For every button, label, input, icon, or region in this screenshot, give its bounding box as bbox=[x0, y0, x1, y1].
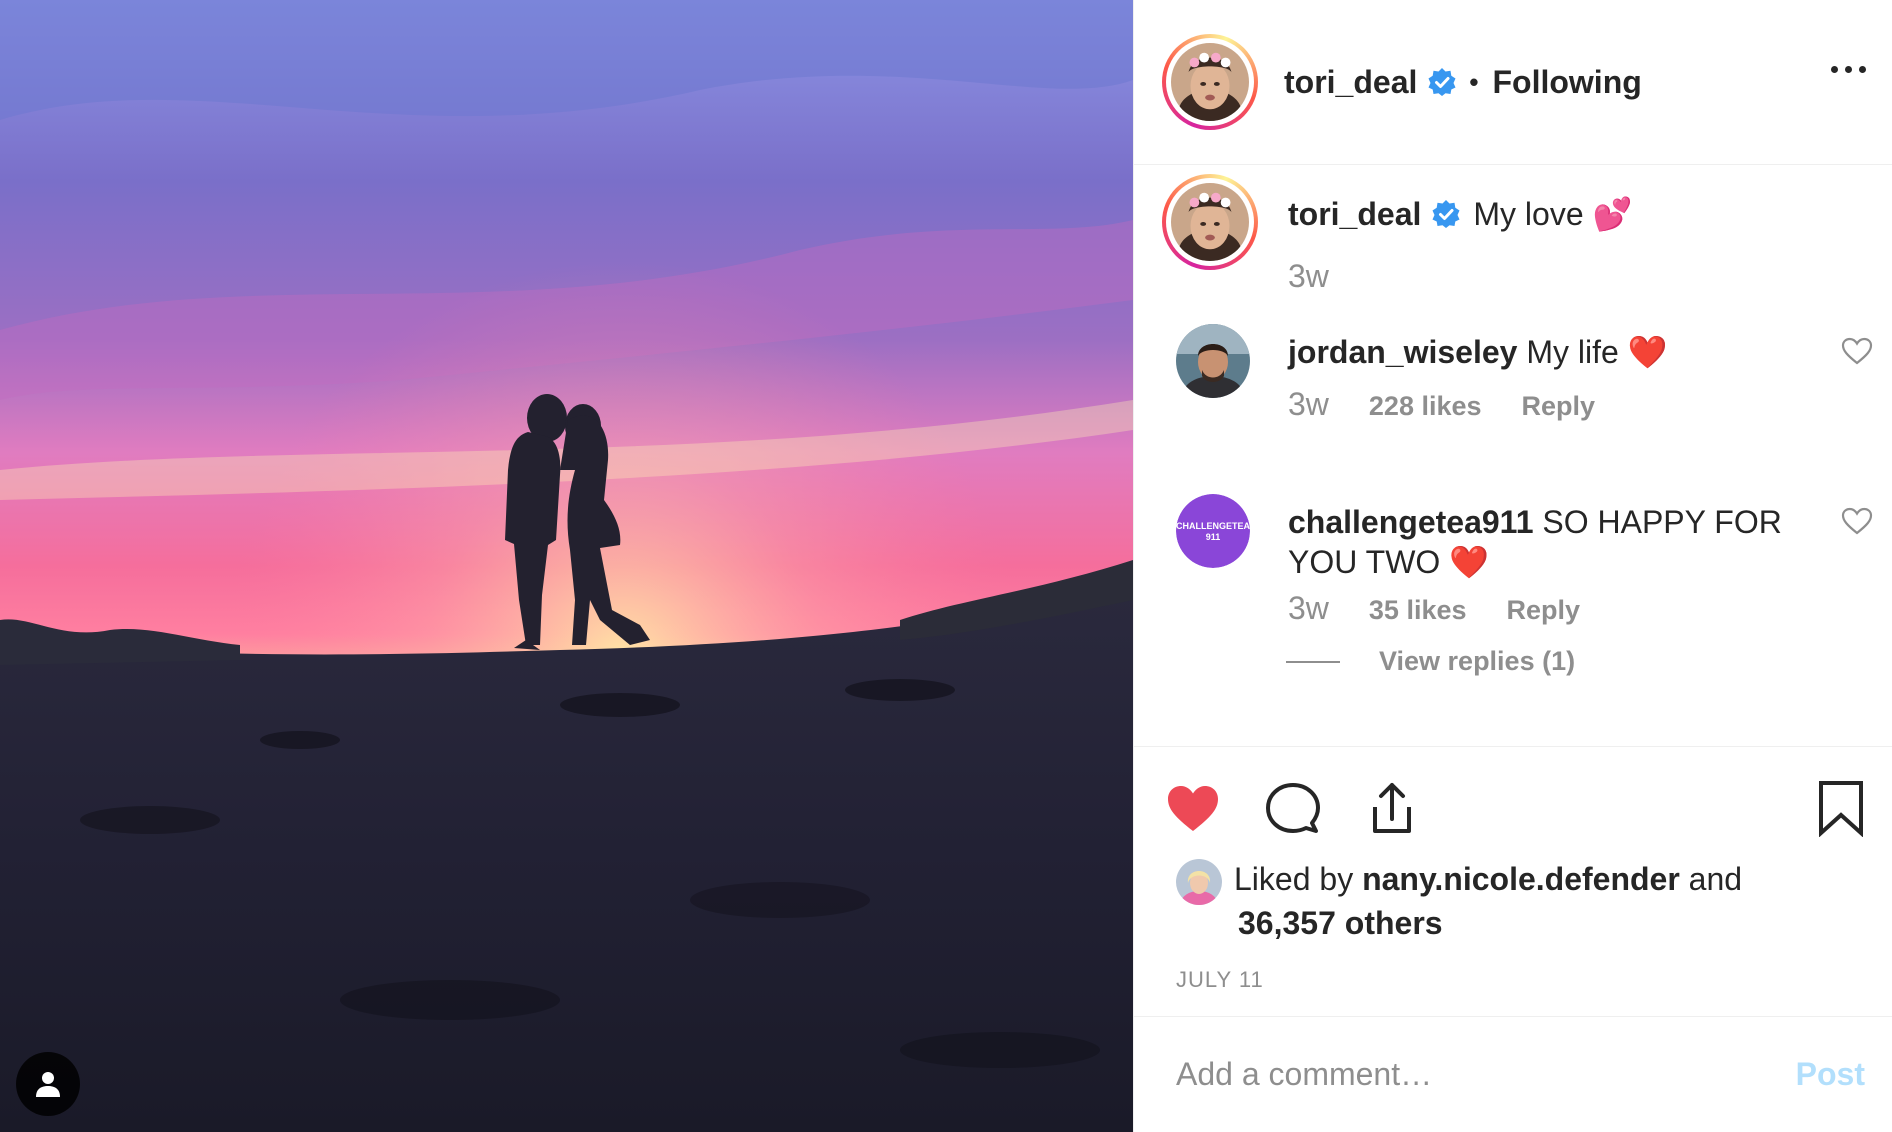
like-comment-heart-icon[interactable] bbox=[1841, 336, 1873, 366]
liked-by-and: and bbox=[1688, 861, 1743, 897]
verified-badge-icon bbox=[1432, 200, 1460, 228]
red-heart-emoji: ❤️ bbox=[1627, 334, 1668, 370]
caption-avatar[interactable] bbox=[1162, 174, 1258, 273]
likes-count[interactable]: 36,357 others bbox=[1238, 905, 1443, 941]
reply-button[interactable]: Reply bbox=[1507, 595, 1581, 626]
comment-text: My life bbox=[1526, 334, 1619, 370]
comment-icon[interactable] bbox=[1264, 779, 1322, 837]
liked-by-prefix: Liked by bbox=[1234, 861, 1354, 897]
author-username[interactable]: tori_deal bbox=[1284, 64, 1417, 101]
add-comment-form: Post bbox=[1134, 1016, 1892, 1132]
author-avatar[interactable] bbox=[1162, 34, 1258, 133]
reply-button[interactable]: Reply bbox=[1522, 391, 1596, 422]
view-replies-button[interactable]: View replies (1) bbox=[1286, 646, 1575, 677]
post-comment-button[interactable]: Post bbox=[1796, 1056, 1865, 1093]
caption-time[interactable]: 3w bbox=[1288, 258, 1329, 295]
like-heart-icon[interactable] bbox=[1164, 779, 1222, 837]
caption-text: My love bbox=[1473, 196, 1584, 232]
post-photo[interactable] bbox=[0, 0, 1133, 1132]
likes-summary: Liked by nany.nicole.defender and 36,357… bbox=[1176, 857, 1742, 945]
red-heart-emoji: ❤️ bbox=[1449, 544, 1490, 580]
comment-time[interactable]: 3w bbox=[1288, 590, 1329, 627]
two-hearts-emoji: 💕 bbox=[1592, 196, 1633, 232]
post-sidebar: tori_deal • Following tori_deal My love … bbox=[1133, 0, 1892, 1132]
sunset-kiss-image bbox=[0, 0, 1133, 1132]
share-icon[interactable] bbox=[1363, 779, 1421, 837]
post-actions: Liked by nany.nicole.defender and 36,357… bbox=[1134, 746, 1892, 1016]
comment-likes[interactable]: 35 likes bbox=[1369, 595, 1467, 626]
comment-input[interactable] bbox=[1176, 1056, 1696, 1093]
tagged-users-button[interactable] bbox=[16, 1052, 80, 1116]
bookmark-icon[interactable] bbox=[1815, 779, 1867, 837]
commenter-avatar[interactable]: CHALLENGETEA 911 bbox=[1176, 494, 1250, 568]
comment-likes[interactable]: 228 likes bbox=[1369, 391, 1482, 422]
comment-username[interactable]: jordan_wiseley bbox=[1288, 334, 1517, 370]
avatar-image bbox=[1171, 183, 1249, 273]
liker-username[interactable]: nany.nicole.defender bbox=[1362, 861, 1680, 897]
following-button[interactable]: Following bbox=[1492, 64, 1641, 101]
user-icon bbox=[36, 1072, 60, 1097]
commenter-avatar[interactable] bbox=[1176, 324, 1250, 398]
post-header: tori_deal • Following bbox=[1134, 0, 1892, 165]
post-view: tori_deal • Following tori_deal My love … bbox=[0, 0, 1892, 1132]
separator-dot: • bbox=[1469, 66, 1479, 97]
caption-username[interactable]: tori_deal bbox=[1288, 194, 1421, 234]
comment-time[interactable]: 3w bbox=[1288, 386, 1329, 423]
replies-line bbox=[1286, 660, 1340, 663]
liker-avatar[interactable] bbox=[1176, 859, 1222, 905]
like-comment-heart-icon[interactable] bbox=[1841, 506, 1873, 536]
more-options-icon[interactable] bbox=[1831, 66, 1866, 73]
comments-list: tori_deal My love 💕 3w jordan_wiseley My… bbox=[1134, 166, 1892, 746]
post-date[interactable]: JULY 11 bbox=[1176, 967, 1264, 993]
view-replies-label: View replies (1) bbox=[1379, 646, 1576, 676]
avatar-text-1: CHALLENGETEA bbox=[1176, 521, 1250, 531]
verified-badge-icon bbox=[1428, 68, 1456, 96]
avatar-text-2: 911 bbox=[1206, 532, 1221, 542]
avatar-image bbox=[1171, 43, 1249, 133]
comment-username[interactable]: challengetea911 bbox=[1288, 504, 1533, 540]
